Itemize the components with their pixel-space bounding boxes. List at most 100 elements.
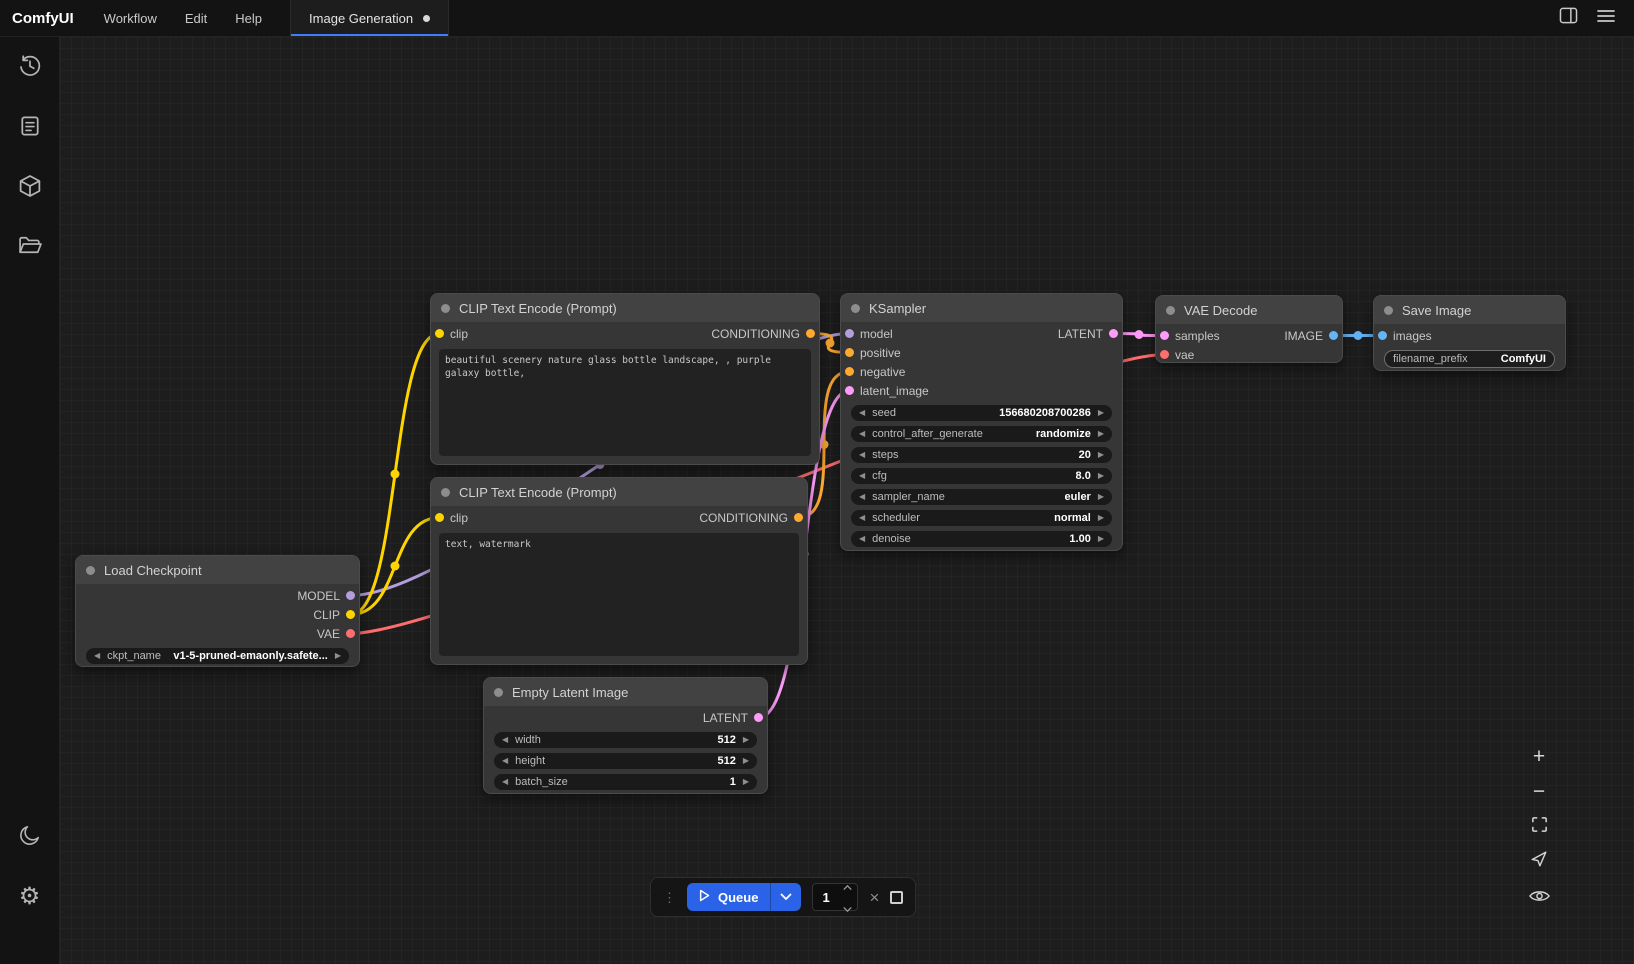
- batch-increment-button[interactable]: [843, 877, 852, 895]
- widget-seed[interactable]: ◀seed156680208700286▶: [851, 405, 1112, 421]
- fit-view-button[interactable]: [1526, 814, 1552, 838]
- widget-batch_size[interactable]: ◀batch_size1▶: [494, 774, 757, 790]
- collapse-dot-icon[interactable]: [851, 304, 860, 313]
- node-empty_latent[interactable]: Empty Latent ImageLATENT◀width512▶◀heigh…: [483, 677, 768, 794]
- node-header[interactable]: Empty Latent Image: [484, 678, 767, 706]
- decrement-arrow-icon[interactable]: ◀: [502, 736, 508, 744]
- decrement-arrow-icon[interactable]: ◀: [859, 451, 865, 459]
- widget-scheduler[interactable]: ◀schedulernormal▶: [851, 510, 1112, 526]
- increment-arrow-icon[interactable]: ▶: [743, 778, 749, 786]
- collapse-dot-icon[interactable]: [86, 566, 95, 575]
- toggle-link-visibility-button[interactable]: [1526, 884, 1552, 908]
- panel-toggle-button[interactable]: [1554, 4, 1582, 32]
- input-port-images[interactable]: [1378, 331, 1387, 340]
- output-port-MODEL[interactable]: [346, 591, 355, 600]
- drag-handle[interactable]: ⋮: [663, 891, 676, 904]
- sidebar-logs-button[interactable]: [11, 109, 49, 147]
- decrement-arrow-icon[interactable]: ◀: [859, 472, 865, 480]
- input-port-positive[interactable]: [845, 348, 854, 357]
- increment-arrow-icon[interactable]: ▶: [743, 757, 749, 765]
- sidebar-model-library-button[interactable]: [11, 169, 49, 207]
- increment-arrow-icon[interactable]: ▶: [1098, 409, 1104, 417]
- decrement-arrow-icon[interactable]: ◀: [859, 535, 865, 543]
- interrupt-button[interactable]: [890, 891, 903, 904]
- increment-arrow-icon[interactable]: ▶: [1098, 535, 1104, 543]
- main-menu-button[interactable]: [1592, 4, 1620, 32]
- input-port-samples[interactable]: [1160, 331, 1169, 340]
- output-port-CLIP[interactable]: [346, 610, 355, 619]
- node-header[interactable]: VAE Decode: [1156, 296, 1342, 324]
- node-ksampler[interactable]: KSamplermodelLATENTpositivenegativelaten…: [840, 293, 1123, 551]
- batch-decrement-button[interactable]: [843, 899, 852, 917]
- prompt-textarea[interactable]: text, watermark: [439, 533, 799, 656]
- node-header[interactable]: Save Image: [1374, 296, 1565, 324]
- sidebar-workflows-button[interactable]: [11, 229, 49, 267]
- clear-queue-button[interactable]: ×: [869, 889, 879, 906]
- input-port-negative[interactable]: [845, 367, 854, 376]
- input-port-clip[interactable]: [435, 329, 444, 338]
- input-port-latent_image[interactable]: [845, 386, 854, 395]
- node-load_checkpoint[interactable]: Load CheckpointMODELCLIPVAE◀ckpt_namev1-…: [75, 555, 360, 667]
- widget-steps[interactable]: ◀steps20▶: [851, 447, 1112, 463]
- output-port-CONDITIONING[interactable]: [794, 513, 803, 522]
- widget-sampler_name[interactable]: ◀sampler_nameeuler▶: [851, 489, 1112, 505]
- output-port-LATENT[interactable]: [754, 713, 763, 722]
- decrement-arrow-icon[interactable]: ◀: [859, 514, 865, 522]
- increment-arrow-icon[interactable]: ▶: [743, 736, 749, 744]
- node-vae_decode[interactable]: VAE DecodesamplesIMAGEvae: [1155, 295, 1343, 363]
- collapse-dot-icon[interactable]: [1166, 306, 1175, 315]
- link-midpoint-dot[interactable]: [391, 562, 400, 571]
- zoom-out-button[interactable]: −: [1526, 779, 1552, 803]
- prompt-textarea[interactable]: beautiful scenery nature glass bottle la…: [439, 349, 811, 456]
- output-port-LATENT[interactable]: [1109, 329, 1118, 338]
- increment-arrow-icon[interactable]: ▶: [1098, 514, 1104, 522]
- theme-toggle-button[interactable]: [11, 818, 49, 856]
- decrement-arrow-icon[interactable]: ◀: [859, 409, 865, 417]
- widget-denoise[interactable]: ◀denoise1.00▶: [851, 531, 1112, 547]
- link-midpoint-dot[interactable]: [391, 470, 400, 479]
- output-port-VAE[interactable]: [346, 629, 355, 638]
- batch-count-input[interactable]: 1: [812, 883, 858, 911]
- pointer-mode-button[interactable]: [1526, 849, 1552, 873]
- node-header[interactable]: CLIP Text Encode (Prompt): [431, 478, 807, 506]
- widget-cfg[interactable]: ◀cfg8.0▶: [851, 468, 1112, 484]
- increment-arrow-icon[interactable]: ▶: [1098, 430, 1104, 438]
- decrement-arrow-icon[interactable]: ◀: [502, 757, 508, 765]
- link-midpoint-dot[interactable]: [1354, 331, 1363, 340]
- node-header[interactable]: KSampler: [841, 294, 1122, 322]
- queue-button[interactable]: Queue: [687, 883, 770, 911]
- collapse-dot-icon[interactable]: [441, 304, 450, 313]
- tab-image-generation[interactable]: Image Generation: [291, 0, 449, 36]
- decrement-arrow-icon[interactable]: ◀: [859, 430, 865, 438]
- increment-arrow-icon[interactable]: ▶: [1098, 493, 1104, 501]
- menu-help[interactable]: Help: [221, 0, 276, 36]
- decrement-arrow-icon[interactable]: ◀: [859, 493, 865, 501]
- zoom-in-button[interactable]: +: [1526, 744, 1552, 768]
- output-port-IMAGE[interactable]: [1329, 331, 1338, 340]
- increment-arrow-icon[interactable]: ▶: [1098, 451, 1104, 459]
- menu-workflow[interactable]: Workflow: [90, 0, 171, 36]
- sidebar-history-button[interactable]: [11, 49, 49, 87]
- widget-control_after_generate[interactable]: ◀control_after_generaterandomize▶: [851, 426, 1112, 442]
- input-port-model[interactable]: [845, 329, 854, 338]
- widget-height[interactable]: ◀height512▶: [494, 753, 757, 769]
- output-port-CONDITIONING[interactable]: [806, 329, 815, 338]
- link-midpoint-dot[interactable]: [1135, 330, 1144, 339]
- node-save_image[interactable]: Save Imageimagesfilename_prefixComfyUI: [1373, 295, 1566, 371]
- widget-width[interactable]: ◀width512▶: [494, 732, 757, 748]
- collapse-dot-icon[interactable]: [494, 688, 503, 697]
- collapse-dot-icon[interactable]: [441, 488, 450, 497]
- graph-canvas[interactable]: Load CheckpointMODELCLIPVAE◀ckpt_namev1-…: [60, 37, 1634, 964]
- increment-arrow-icon[interactable]: ▶: [1098, 472, 1104, 480]
- decrement-arrow-icon[interactable]: ◀: [94, 652, 100, 660]
- input-port-vae[interactable]: [1160, 350, 1169, 359]
- widget-filename_prefix[interactable]: filename_prefixComfyUI: [1384, 350, 1555, 368]
- settings-button[interactable]: ⚙: [11, 878, 49, 916]
- queue-options-button[interactable]: [770, 883, 801, 911]
- node-header[interactable]: CLIP Text Encode (Prompt): [431, 294, 819, 322]
- decrement-arrow-icon[interactable]: ◀: [502, 778, 508, 786]
- widget-ckpt_name[interactable]: ◀ckpt_namev1-5-pruned-emaonly.safete...▶: [86, 648, 349, 664]
- input-port-clip[interactable]: [435, 513, 444, 522]
- node-clip_positive[interactable]: CLIP Text Encode (Prompt)clipCONDITIONIN…: [430, 293, 820, 465]
- node-clip_negative[interactable]: CLIP Text Encode (Prompt)clipCONDITIONIN…: [430, 477, 808, 665]
